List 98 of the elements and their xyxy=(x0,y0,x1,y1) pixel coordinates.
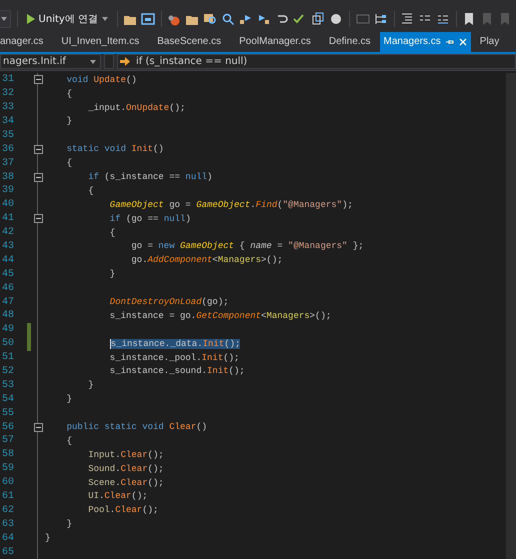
circle-icon[interactable] xyxy=(329,12,344,26)
search-icon[interactable] xyxy=(203,12,218,26)
line-number: 41 xyxy=(1,213,16,224)
collapse-icon[interactable] xyxy=(34,144,42,154)
code-line: { xyxy=(66,436,72,446)
code-line: Scene.Clear(); xyxy=(88,478,164,488)
code-line: } xyxy=(110,269,116,280)
line-number: 31 xyxy=(1,74,16,86)
line-number: 38 xyxy=(1,172,16,182)
code-line: { xyxy=(88,186,94,196)
line-number: 55 xyxy=(1,408,16,419)
collapse-icon[interactable] xyxy=(34,422,42,432)
scrollbar[interactable] xyxy=(506,72,516,559)
collapse-icon[interactable] xyxy=(34,75,42,84)
code-line: { xyxy=(110,228,116,238)
code-line: } xyxy=(66,519,72,530)
line-number: 60 xyxy=(1,477,16,488)
arrow-icon[interactable] xyxy=(239,12,254,26)
outline-icon[interactable] xyxy=(374,12,388,26)
line-number: 56 xyxy=(1,422,16,433)
code-line: _input.OnUpdate(); xyxy=(88,102,186,113)
code-line: { xyxy=(66,158,72,168)
line-number: 33 xyxy=(1,102,16,114)
code-line: DontDestroyOnLoad(go); xyxy=(110,297,229,308)
file-tab[interactable]: BaseScene.cs xyxy=(148,32,230,52)
line-number: 51 xyxy=(1,352,16,364)
line-number: 65 xyxy=(1,546,16,558)
code-line: void Update() xyxy=(66,74,137,85)
arrow-icon[interactable] xyxy=(257,12,272,26)
line-number: 45 xyxy=(1,268,16,280)
line-number: 50 xyxy=(1,338,16,350)
line-number: 59 xyxy=(1,463,16,474)
line-number: 54 xyxy=(1,394,16,405)
code-line: GameObject go = GameObject.Find("@Managers"); xyxy=(110,200,353,210)
file-tab[interactable]: Managers.cs xyxy=(380,32,471,52)
caret-icon xyxy=(1,17,8,22)
line-number: 64 xyxy=(1,532,16,544)
code-line: go.AddComponent<Managers>(); xyxy=(131,255,283,266)
line-number: 40 xyxy=(1,199,16,210)
scope-dropdown[interactable]: if (s_instance == null) xyxy=(117,54,516,70)
line-number: 42 xyxy=(1,227,16,238)
collapse-icon[interactable] xyxy=(34,172,42,182)
code-line: Input.Clear(); xyxy=(88,450,164,460)
code-line: Pool.Clear(); xyxy=(88,505,158,516)
line-number: 49 xyxy=(1,324,16,336)
arrow-icon xyxy=(120,57,130,66)
line-number: 46 xyxy=(1,282,16,294)
code-line: go = new GameObject { name = "@Managers" }; xyxy=(131,241,364,252)
indent-icon[interactable] xyxy=(400,12,414,26)
line-number: 53 xyxy=(1,380,16,391)
member-dropdown[interactable]: nagers.Init.if xyxy=(0,54,101,70)
code-line: if (s_instance == null) xyxy=(88,172,212,182)
line-number: 39 xyxy=(1,185,16,196)
code-line: if (go == null) xyxy=(110,214,191,224)
code-line: } xyxy=(66,116,72,126)
file-tab[interactable]: PoolManager.cs xyxy=(230,32,320,52)
line-number: 48 xyxy=(1,310,16,322)
code-line: } xyxy=(45,533,50,544)
file-tab[interactable]: Play xyxy=(470,32,502,52)
caret-icon xyxy=(102,17,108,22)
line-number: 44 xyxy=(1,254,16,266)
code-line: } xyxy=(66,394,72,404)
file-tab[interactable]: UI_Inven_Item.cs xyxy=(52,32,148,52)
line-number: 52 xyxy=(1,366,16,377)
caret-icon xyxy=(90,60,96,64)
code-line: s_instance._pool.Init(); xyxy=(110,352,240,363)
close-icon[interactable] xyxy=(458,38,467,46)
file-tab[interactable]: anager.cs xyxy=(0,32,52,52)
line-number: 37 xyxy=(1,158,16,169)
line-number: 36 xyxy=(1,144,16,155)
line-number: 57 xyxy=(1,435,16,446)
code-line: { xyxy=(66,88,72,99)
code-line: } xyxy=(88,380,94,390)
code-line: public static void Clear() xyxy=(66,422,208,432)
dropdown-field[interactable] xyxy=(0,10,12,28)
search-icon[interactable] xyxy=(221,12,236,26)
play-icon xyxy=(26,14,35,24)
window-icon[interactable] xyxy=(141,12,156,26)
line-number: 32 xyxy=(1,88,16,100)
line-number: 47 xyxy=(1,296,16,308)
code-line: static void Init() xyxy=(66,144,164,154)
run-button[interactable]: Unity에 연결 xyxy=(24,10,111,28)
pin-icon[interactable] xyxy=(446,38,454,46)
bookmark-icon[interactable] xyxy=(462,12,476,26)
line-number: 61 xyxy=(1,490,16,502)
code-line: s_instance = go.GetComponent<Managers>(); xyxy=(110,310,332,321)
code-line: UI.Clear(); xyxy=(88,491,148,502)
file-tab[interactable]: Define.cs xyxy=(320,32,380,52)
collapse-icon[interactable] xyxy=(34,214,42,224)
code-line: Sound.Clear(); xyxy=(88,464,164,474)
line-number: 34 xyxy=(1,116,16,127)
code-line: s_instance._sound.Init(); xyxy=(110,366,245,376)
line-number: 63 xyxy=(1,518,16,530)
copy-icon[interactable] xyxy=(311,12,326,26)
line-number: 35 xyxy=(1,130,16,141)
line-number: 43 xyxy=(1,240,16,252)
line-number: 62 xyxy=(1,504,16,516)
line-number: 58 xyxy=(1,449,16,460)
